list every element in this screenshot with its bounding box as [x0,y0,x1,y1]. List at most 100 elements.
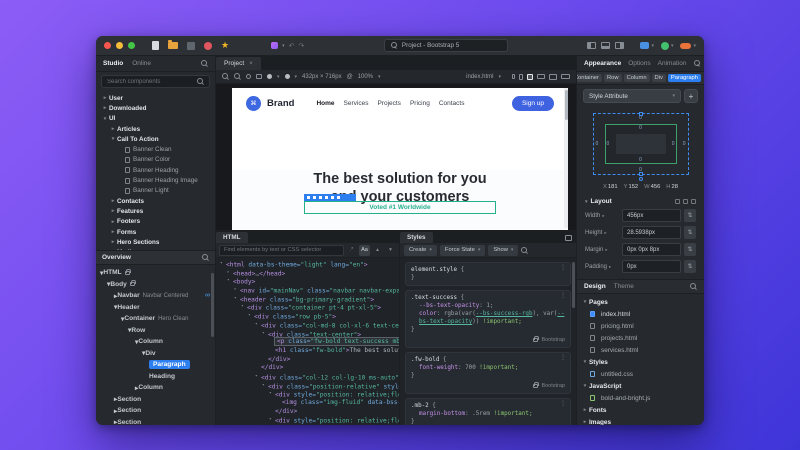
code-line[interactable]: ▾<body> [218,277,399,286]
code-line[interactable]: ▸<head>…</head> [218,269,399,278]
design-group-images[interactable]: ▸Images [577,416,704,425]
theme-toggle-icon[interactable] [267,74,272,79]
nav-link-pricing[interactable]: Pricing [410,100,430,107]
chevron-right-icon[interactable]: ▸ [602,213,604,219]
components-search-input[interactable] [107,79,197,85]
redo-icon[interactable]: ↷ [298,42,304,50]
tree-arrow-icon[interactable]: ▸ [581,419,589,425]
design-file-projects-html[interactable]: projects.html [577,332,704,344]
more-icon[interactable]: ⋮ [560,264,566,272]
desktop-icon[interactable] [549,74,557,80]
page-scrollbar[interactable] [564,88,568,228]
css-rule-fw-bold[interactable]: ⋮.fw-bold {font-weight: 700 !important;}… [405,352,571,394]
design-group-pages[interactable]: ▾Pages [577,296,704,308]
height-input[interactable]: 28.5938px [622,226,681,239]
search-icon[interactable] [694,60,701,67]
padding-box[interactable]: 0 0 0 0 [605,124,677,164]
match-case-toggle[interactable]: Aa [359,245,370,256]
css-property-line[interactable]: margin-bottom: .5rem !important; [411,410,565,418]
tool-mode-dropdown-icon[interactable]: ▾ [282,43,285,49]
code-line[interactable]: </div> [218,408,399,417]
theme-dropdown-icon[interactable]: ▾ [277,74,280,80]
component-tree-item-articles[interactable]: ▸Articles [96,124,215,134]
undo-icon[interactable]: ↶ [289,42,295,50]
tree-arrow-icon[interactable]: ▾ [109,136,117,142]
code-line[interactable]: <p class="fw-bold text-success mb-2">Vot… [218,338,399,347]
component-tree-item-banner-heading-image[interactable]: Banner Heading Image [96,175,215,185]
css-property-line[interactable]: color: rgba(var(--bs-success-rgb), var(-… [411,310,565,326]
css-rule-mb-2[interactable]: ⋮.mb-2 {margin-bottom: .5rem !important;… [405,398,571,425]
tab-theme[interactable]: Theme [614,283,634,290]
overview-item-row[interactable]: ▾Row [96,325,215,337]
tree-arrow-icon[interactable]: ▸ [109,198,117,204]
tree-arrow-icon[interactable]: ▸ [109,126,117,132]
component-tree-item-banner-heading[interactable]: Banner Heading [96,165,215,175]
resize-handle-bottom[interactable] [639,172,643,176]
padding-input[interactable]: 0px [622,260,681,273]
tab-animation[interactable]: Animation [658,60,687,67]
add-icon[interactable] [313,196,316,199]
minimize-window-button[interactable] [116,42,123,49]
desktop-wide-icon[interactable] [561,74,570,79]
tree-arrow-icon[interactable]: ▸ [581,407,589,413]
code-line[interactable]: ▾<div style="position: relative;flex: 0 … [218,390,399,399]
nav-link-home[interactable]: Home [316,100,334,107]
tree-arrow-icon[interactable]: ▾ [581,383,589,389]
overview-item-navbar[interactable]: ▸NavbarNavbar Centered∞ [96,290,215,302]
tree-arrow-icon[interactable]: ▸ [101,95,109,101]
more-icon[interactable]: ⋮ [560,292,566,300]
overview-item-html[interactable]: ▾HTML [96,267,215,279]
tool-mode-icon[interactable] [271,42,278,49]
breadcrumb-row[interactable]: Row [604,74,622,82]
component-tree-item-downloaded[interactable]: ▸Downloaded [96,103,215,113]
design-group-javascript[interactable]: ▾JavaScript [577,380,704,392]
zoom-in-icon[interactable] [222,73,229,80]
component-tree-item-contacts[interactable]: ▸Contacts [96,196,215,206]
page-select[interactable]: index.html [466,74,493,80]
component-tree-item-forms[interactable]: ▸Forms [96,227,215,237]
highlight-dropdown-icon[interactable]: ▾ [295,74,298,80]
overview-item-section[interactable]: ▸Section [96,405,215,417]
dock-panel-icon[interactable] [565,235,572,241]
preview-button[interactable]: ▾ [640,42,654,49]
code-line[interactable]: ▾<div class="row pb-5"> [218,312,399,321]
code-line[interactable]: ▾<header class="bg-primary-gradient"> [218,295,399,304]
overview-item-heading[interactable]: Heading [96,371,215,383]
phone-small-icon[interactable] [512,74,515,79]
brand-name[interactable]: Brand [267,98,294,109]
chevron-right-icon[interactable]: ▸ [605,247,607,253]
style-attribute-select[interactable]: Style Attribute ▾ [583,89,681,103]
css-property-line[interactable]: --bs-text-opacity: 1; [411,302,565,310]
code-line[interactable]: ▾<div class="container pt-4 pt-xl-5"> [218,303,399,312]
nav-link-services[interactable]: Services [344,100,369,107]
nav-link-projects[interactable]: Projects [377,100,400,107]
css-property-line[interactable]: font-weight: 700 !important; [411,364,565,372]
find-elements-input[interactable] [224,247,339,253]
zoom-dropdown-icon[interactable]: ▾ [378,74,381,80]
outline-view-icon[interactable] [256,74,262,79]
code-line[interactable]: </div> [218,356,399,365]
design-canvas[interactable]: ⌘ Brand HomeServicesProjectsPricingConta… [216,84,576,230]
html-code-tree[interactable]: ▾<html data-bs-theme="light" lang="en">▸… [216,258,399,425]
component-tree-item-hero-sections[interactable]: ▸Hero Sections [96,237,215,247]
stepper-icon[interactable]: ⇅ [684,209,696,222]
chevron-right-icon[interactable]: ▸ [609,264,611,270]
component-tree-item-banner-clean[interactable]: Banner Clean [96,144,215,154]
design-group-styles[interactable]: ▾Styles [577,356,704,368]
toggle-right-panel-icon[interactable] [615,42,624,49]
duplicate-icon[interactable] [325,196,328,199]
design-file-pricing-html[interactable]: pricing.html [577,320,704,332]
overview-item-column[interactable]: ▸Column [96,382,215,394]
design-file-bold-and-bright-js[interactable]: bold-and-bright.js [577,392,704,404]
code-line[interactable]: <img class="img-fluid" data-bss-parallax… [218,399,399,408]
open-folder-icon[interactable] [168,42,178,49]
zoom-out-icon[interactable] [234,73,241,80]
nav-link-contacts[interactable]: Contacts [439,100,465,107]
styles-scrollbar[interactable] [572,262,575,308]
search-icon[interactable] [201,60,208,67]
tree-arrow-icon[interactable]: ▾ [581,359,589,365]
run-button[interactable]: ▾ [661,42,674,50]
layout-option-icon[interactable] [683,199,688,204]
add-attribute-button[interactable]: + [684,89,698,103]
breadcrumb-column[interactable]: Column [624,74,650,82]
